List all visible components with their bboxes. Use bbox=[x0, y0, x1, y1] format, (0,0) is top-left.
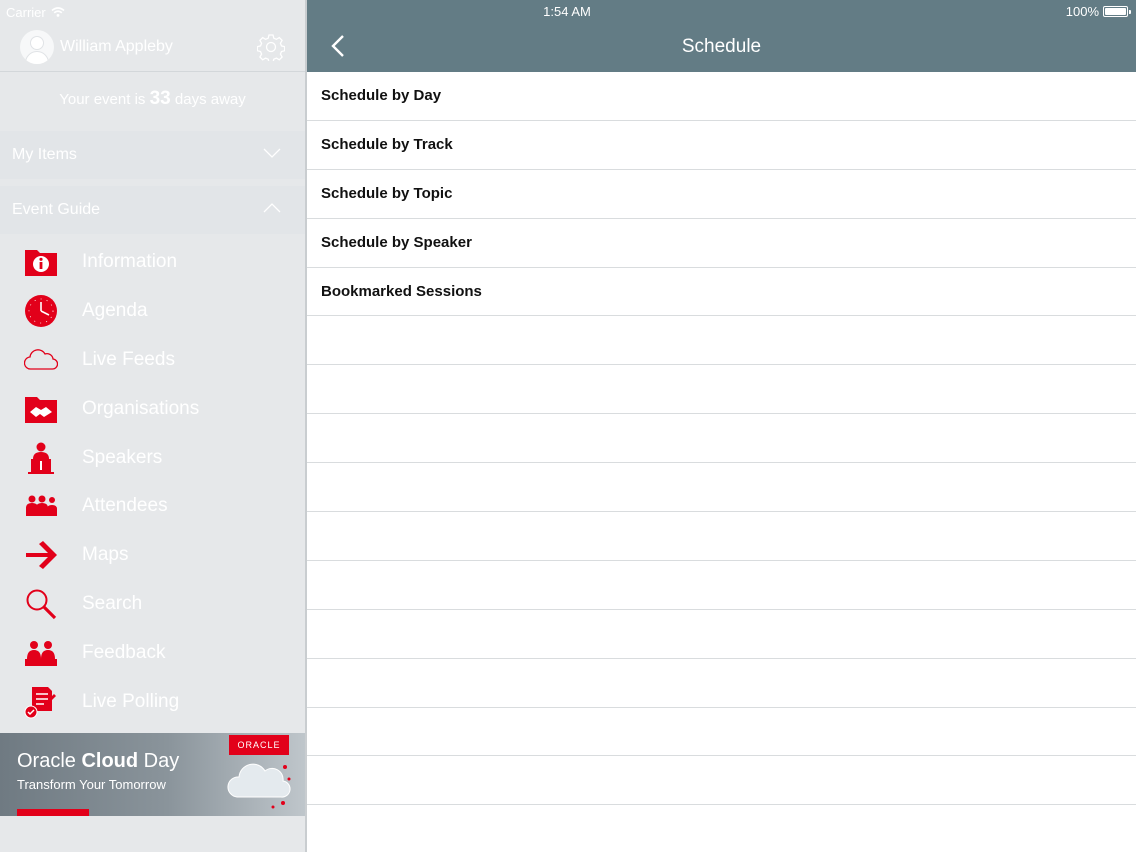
sidebar-item-live-polling[interactable]: Live Polling bbox=[0, 677, 305, 726]
chevron-down-icon bbox=[263, 148, 281, 158]
empty-row bbox=[307, 414, 1136, 464]
user-profile-row[interactable]: William Appleby bbox=[0, 22, 305, 72]
polling-icon bbox=[24, 685, 58, 719]
list-item-schedule-by-track[interactable]: Schedule by Track bbox=[307, 121, 1136, 170]
list-item-schedule-by-day[interactable]: Schedule by Day bbox=[307, 72, 1136, 121]
list-item-schedule-by-topic[interactable]: Schedule by Topic bbox=[307, 170, 1136, 219]
sidebar-item-agenda[interactable]: Agenda bbox=[0, 287, 305, 336]
status-bar-left: Carrier bbox=[6, 3, 65, 21]
sidebar-item-label: Feedback bbox=[82, 641, 166, 663]
event-banner[interactable]: ORACLE Oracle Cloud Day Transform Your T… bbox=[0, 733, 305, 816]
sidebar-item-label: Live Feeds bbox=[82, 348, 175, 370]
wifi-icon bbox=[51, 7, 65, 17]
avatar bbox=[20, 29, 54, 64]
banner-subtitle: Transform Your Tomorrow bbox=[17, 777, 166, 792]
sidebar-item-label: Live Polling bbox=[82, 690, 180, 712]
cloud-graphic-icon bbox=[227, 763, 291, 809]
section-my-items-label: My Items bbox=[12, 146, 77, 163]
main-panel: 1:54 AM 100% Schedule Schedule by Day Sc… bbox=[307, 0, 1136, 852]
sidebar: Carrier William Appleby Your event is 33… bbox=[0, 0, 307, 852]
sidebar-item-label: Search bbox=[82, 592, 143, 614]
banner-accent-bar bbox=[17, 809, 89, 816]
section-event-guide-label: Event Guide bbox=[12, 201, 101, 218]
empty-row bbox=[307, 512, 1136, 561]
sidebar-item-label: Organisations bbox=[82, 397, 200, 419]
status-time: 1:54 AM bbox=[543, 4, 591, 19]
sidebar-item-speakers[interactable]: Speakers bbox=[0, 433, 305, 482]
section-event-guide[interactable]: Event Guide bbox=[0, 186, 305, 234]
sidebar-item-label: Maps bbox=[82, 544, 129, 566]
feedback-icon bbox=[24, 636, 58, 670]
information-icon bbox=[24, 245, 58, 279]
empty-row bbox=[307, 561, 1136, 610]
countdown-days: 33 bbox=[149, 88, 171, 109]
sidebar-item-feedback[interactable]: Feedback bbox=[0, 628, 305, 677]
battery-icon bbox=[1103, 6, 1131, 17]
sidebar-item-label: Attendees bbox=[82, 495, 168, 517]
empty-row bbox=[307, 659, 1136, 708]
countdown-suffix: days away bbox=[174, 91, 246, 108]
arrow-right-icon bbox=[24, 538, 58, 572]
carrier-label: Carrier bbox=[6, 4, 46, 20]
sidebar-item-organisations[interactable]: Organisations bbox=[0, 384, 305, 433]
sidebar-item-label: Speakers bbox=[82, 446, 163, 468]
event-guide-menu: Information Agenda Live Feeds Organisati… bbox=[0, 238, 305, 726]
banner-title-bold: Cloud bbox=[81, 750, 139, 772]
user-name: William Appleby bbox=[60, 37, 173, 55]
empty-row bbox=[307, 610, 1136, 659]
list-item-schedule-by-speaker[interactable]: Schedule by Speaker bbox=[307, 219, 1136, 268]
sidebar-item-live-feeds[interactable]: Live Feeds bbox=[0, 336, 305, 385]
schedule-list: Schedule by Day Schedule by Track Schedu… bbox=[307, 72, 1136, 806]
sidebar-item-search[interactable]: Search bbox=[0, 580, 305, 629]
banner-title-part: Oracle bbox=[17, 750, 82, 772]
banner-title: Oracle Cloud Day bbox=[17, 750, 179, 773]
cloud-icon bbox=[24, 343, 58, 377]
search-icon bbox=[24, 587, 58, 621]
status-battery: 100% bbox=[1065, 4, 1131, 19]
clock-icon bbox=[24, 294, 58, 328]
countdown-prefix: Your event is bbox=[59, 91, 146, 108]
page-title: Schedule bbox=[681, 36, 762, 57]
chevron-up-icon bbox=[263, 203, 281, 213]
sidebar-item-label: Information bbox=[82, 251, 178, 273]
speaker-icon bbox=[24, 441, 58, 475]
sidebar-item-attendees[interactable]: Attendees bbox=[0, 482, 305, 531]
list-item-bookmarked-sessions[interactable]: Bookmarked Sessions bbox=[307, 268, 1136, 317]
sidebar-item-maps[interactable]: Maps bbox=[0, 531, 305, 580]
section-my-items[interactable]: My Items bbox=[0, 131, 305, 179]
gear-icon[interactable] bbox=[257, 33, 285, 61]
event-countdown: Your event is 33 days away bbox=[0, 88, 305, 110]
navigation-bar: 1:54 AM 100% Schedule bbox=[307, 0, 1136, 72]
oracle-logo: ORACLE bbox=[229, 735, 289, 755]
sidebar-item-label: Agenda bbox=[82, 300, 148, 322]
empty-row bbox=[307, 708, 1136, 757]
empty-row bbox=[307, 316, 1136, 366]
empty-row bbox=[307, 756, 1136, 806]
attendees-icon bbox=[24, 489, 58, 523]
battery-percent: 100% bbox=[1065, 4, 1099, 19]
banner-title-part: Day bbox=[138, 750, 180, 772]
empty-row bbox=[307, 365, 1136, 415]
handshake-icon bbox=[24, 392, 58, 426]
sidebar-item-information[interactable]: Information bbox=[0, 238, 305, 287]
empty-row bbox=[307, 463, 1136, 513]
